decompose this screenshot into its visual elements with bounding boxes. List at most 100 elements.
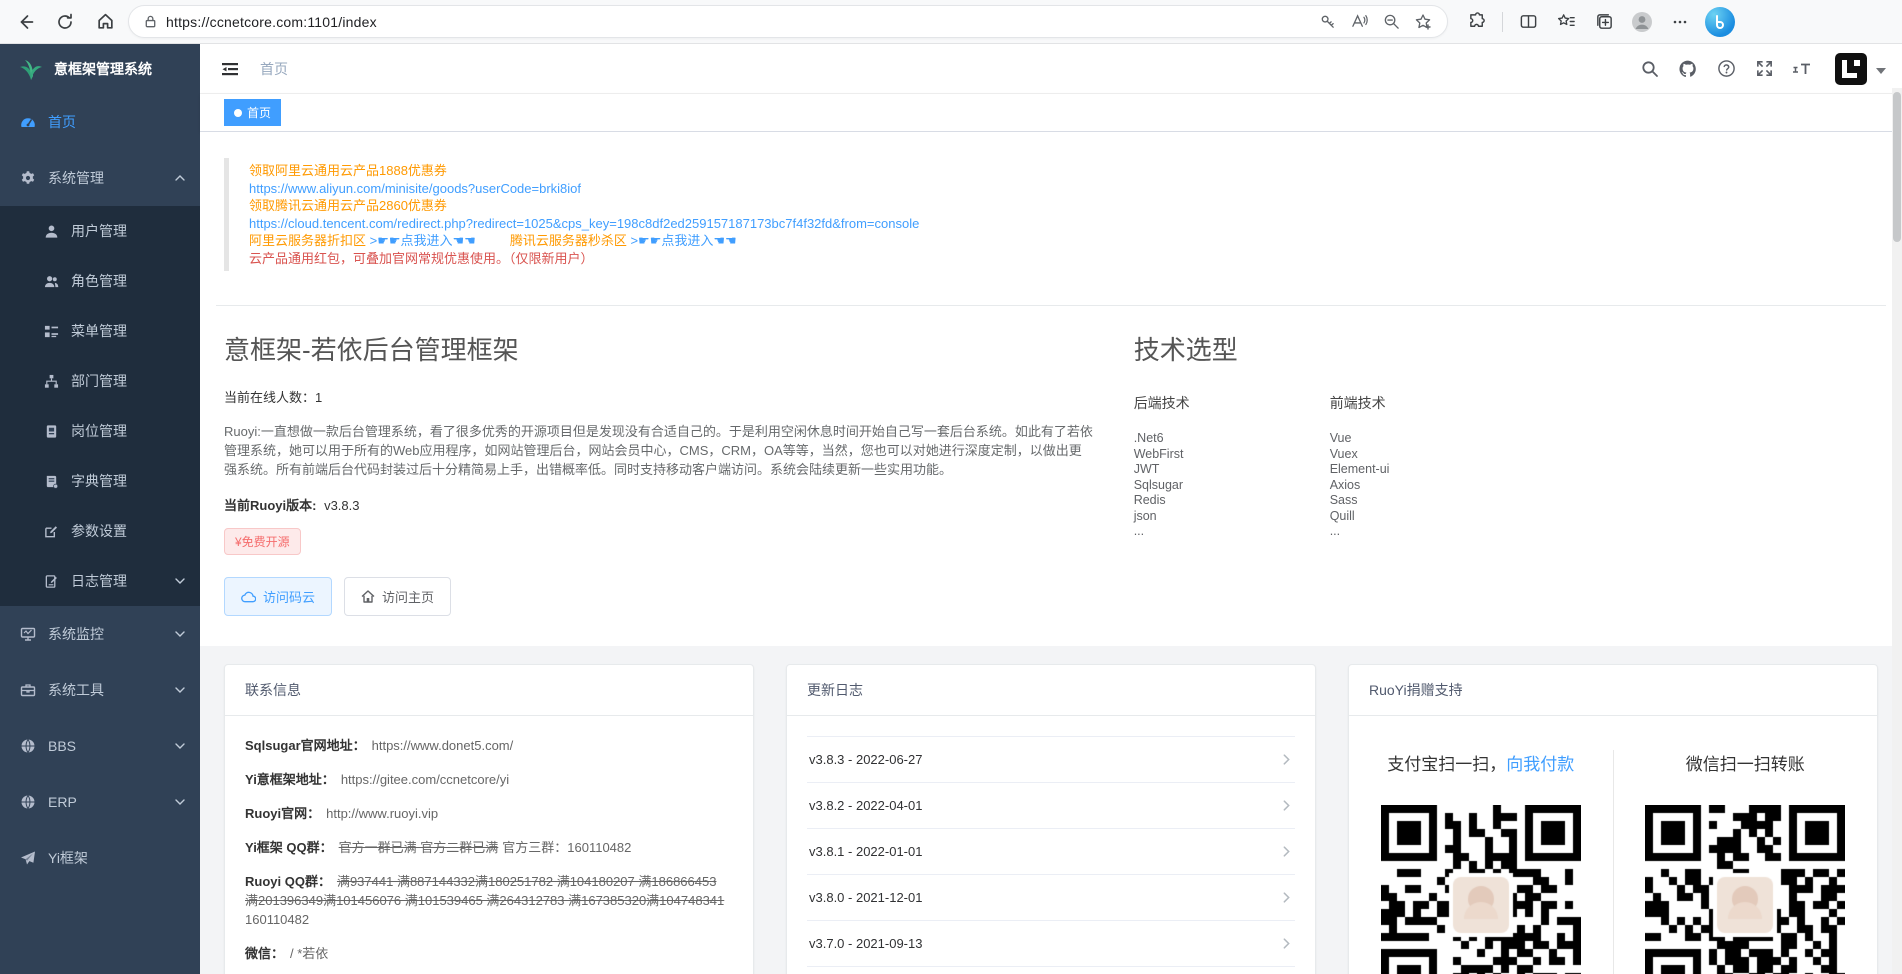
password-key-icon[interactable] bbox=[1313, 8, 1341, 36]
sidebar-item-erp[interactable]: ERP bbox=[0, 774, 200, 830]
tech-item: JWT bbox=[1134, 462, 1330, 478]
sidebar-item-label: Yi框架 bbox=[48, 848, 88, 868]
sidebar-item-home[interactable]: 首页 bbox=[0, 94, 200, 150]
sidebar-item-system[interactable]: 系统管理 bbox=[0, 150, 200, 206]
sidebar-item-parameters[interactable]: 参数设置 bbox=[0, 506, 200, 556]
page-scrollbar[interactable] bbox=[1892, 88, 1902, 974]
back-icon[interactable] bbox=[8, 5, 42, 39]
caret-down-icon bbox=[1876, 68, 1886, 74]
profile-avatar[interactable] bbox=[1625, 5, 1659, 39]
chevron-down-icon bbox=[174, 684, 186, 696]
search-icon[interactable] bbox=[1636, 55, 1664, 83]
font-size-icon[interactable] bbox=[1788, 55, 1816, 83]
contact-row: Yi框架 QQ群：官方一群已满 官方二群已满官方三群：160110482 bbox=[245, 838, 733, 857]
home-icon[interactable] bbox=[88, 5, 122, 39]
lock-icon[interactable] bbox=[143, 14, 158, 29]
changelog-item[interactable]: v3.8.2 - 2022-04-01 bbox=[807, 783, 1295, 829]
tags-view-bar: 首页 bbox=[200, 94, 1902, 132]
zoom-out-icon[interactable] bbox=[1377, 8, 1405, 36]
extensions-icon[interactable] bbox=[1460, 5, 1494, 39]
tech-item: ... bbox=[1330, 524, 1526, 540]
copilot-icon[interactable] bbox=[1705, 7, 1735, 37]
sidebar-item-menus[interactable]: 菜单管理 bbox=[0, 306, 200, 356]
alipay-pay-link[interactable]: 向我付款 bbox=[1506, 755, 1574, 774]
user-avatar bbox=[1834, 52, 1868, 86]
changelog-item[interactable]: v3.8.1 - 2022-01-01 bbox=[807, 829, 1295, 875]
system-submenu: 用户管理 角色管理 菜单管理 部门管理 bbox=[0, 206, 200, 606]
promo-line-tencent: 领取腾讯云通用云产品2860优惠券 bbox=[249, 197, 1858, 215]
github-icon[interactable] bbox=[1674, 55, 1702, 83]
sidebar-toggle-icon[interactable] bbox=[216, 55, 244, 83]
tech-item: .Net6 bbox=[1134, 431, 1330, 447]
paper-plane-icon bbox=[20, 850, 36, 866]
promo-line-aliyun: 领取阿里云通用云产品1888优惠券 bbox=[249, 162, 1858, 180]
split-screen-icon[interactable] bbox=[1511, 5, 1545, 39]
url-text[interactable]: https://ccnetcore.com:1101/index bbox=[166, 14, 1305, 30]
changelog-item[interactable]: v3.8.0 - 2021-12-01 bbox=[807, 875, 1295, 921]
visit-homepage-button[interactable]: 访问主页 bbox=[344, 577, 451, 616]
online-label: 当前在线人数： bbox=[224, 390, 315, 405]
favorites-icon[interactable] bbox=[1549, 5, 1583, 39]
sidebar-item-label: ERP bbox=[48, 794, 77, 810]
tech-item: ... bbox=[1134, 524, 1330, 540]
wechat-text: 微信扫一扫转账 bbox=[1686, 755, 1805, 774]
changelog-item[interactable]: v3.7.0 - 2021-09-13 bbox=[807, 921, 1295, 967]
address-bar[interactable]: https://ccnetcore.com:1101/index bbox=[128, 5, 1448, 38]
org-chart-icon bbox=[44, 374, 59, 389]
sidebar-logo[interactable]: 意框架管理系统 bbox=[0, 44, 200, 94]
contact-label: Yi意框架地址： bbox=[245, 772, 335, 787]
scrollbar-thumb[interactable] bbox=[1893, 92, 1901, 242]
contact-card-title: 联系信息 bbox=[225, 665, 753, 716]
wechat-qr-code bbox=[1645, 805, 1845, 974]
tech-item: Vue bbox=[1330, 431, 1526, 447]
home-small-icon bbox=[361, 590, 375, 603]
backend-label: 后端技术 bbox=[1134, 393, 1330, 413]
tencent-zone-link[interactable]: >☛☛点我进入☚☚ bbox=[630, 233, 736, 248]
more-menu-icon[interactable] bbox=[1663, 5, 1697, 39]
cloud-icon bbox=[241, 591, 256, 603]
favorite-add-icon[interactable] bbox=[1409, 8, 1437, 36]
changelog-item-label: v3.8.1 - 2022-01-01 bbox=[809, 844, 922, 859]
contact-row: Ruoyi QQ群：满937441 满887144332满180251782 满… bbox=[245, 872, 733, 929]
sidebar-item-posts[interactable]: 岗位管理 bbox=[0, 406, 200, 456]
tech-item: WebFirst bbox=[1134, 447, 1330, 463]
sidebar: 意框架管理系统 首页 系统管理 用户管理 bbox=[0, 44, 200, 974]
promo-link-tencent[interactable]: https://cloud.tencent.com/redirect.php?r… bbox=[249, 215, 1858, 233]
ali-zone-link[interactable]: >☛☛点我进入☚☚ bbox=[370, 233, 476, 248]
changelog-item-label: v3.8.2 - 2022-04-01 bbox=[809, 798, 922, 813]
changelog-item-label: v3.8.0 - 2021-12-01 bbox=[809, 890, 922, 905]
tech-item: Axios bbox=[1330, 478, 1526, 494]
read-aloud-icon[interactable] bbox=[1345, 8, 1373, 36]
sidebar-item-label: 系统监控 bbox=[48, 624, 104, 644]
collections-icon[interactable] bbox=[1587, 5, 1621, 39]
sidebar-item-yi[interactable]: Yi框架 bbox=[0, 830, 200, 886]
changelog-item[interactable]: v3.8.3 - 2022-06-27 bbox=[807, 737, 1295, 783]
toolbar-divider bbox=[1502, 12, 1503, 32]
monitor-icon bbox=[20, 626, 36, 642]
fullscreen-icon[interactable] bbox=[1750, 55, 1778, 83]
visit-gitee-button[interactable]: 访问码云 bbox=[224, 577, 332, 616]
sidebar-item-label: 用户管理 bbox=[71, 221, 127, 241]
wechat-panel: 微信扫一扫转账 bbox=[1614, 750, 1878, 974]
sidebar-item-monitor[interactable]: 系统监控 bbox=[0, 606, 200, 662]
sidebar-item-logs[interactable]: 日志管理 bbox=[0, 556, 200, 606]
refresh-icon[interactable] bbox=[48, 5, 82, 39]
sidebar-item-tools[interactable]: 系统工具 bbox=[0, 662, 200, 718]
sidebar-item-users[interactable]: 用户管理 bbox=[0, 206, 200, 256]
breadcrumb[interactable]: 首页 bbox=[260, 59, 288, 79]
edit-icon bbox=[44, 524, 59, 539]
promo-zones: 阿里云服务器折扣区 >☛☛点我进入☚☚腾讯云服务器秒杀区 >☛☛点我进入☚☚ bbox=[249, 232, 1858, 250]
sidebar-item-roles[interactable]: 角色管理 bbox=[0, 256, 200, 306]
changelog-item-label: v3.8.3 - 2022-06-27 bbox=[809, 752, 922, 767]
sidebar-item-dictionary[interactable]: 字典管理 bbox=[0, 456, 200, 506]
sidebar-item-departments[interactable]: 部门管理 bbox=[0, 356, 200, 406]
user-avatar-menu[interactable] bbox=[1834, 52, 1886, 86]
sidebar-item-bbs[interactable]: BBS bbox=[0, 718, 200, 774]
tab-home[interactable]: 首页 bbox=[224, 99, 281, 126]
question-icon[interactable] bbox=[1712, 55, 1740, 83]
alipay-panel: 支付宝扫一扫，向我付款 bbox=[1349, 750, 1614, 974]
promo-link-aliyun[interactable]: https://www.aliyun.com/minisite/goods?us… bbox=[249, 180, 1858, 198]
promo-warning: 云产品通用红包，可叠加官网常规优惠使用。（仅限新用户） bbox=[249, 250, 1858, 268]
contact-value: 官方三群：160110482 bbox=[502, 840, 631, 855]
active-dot bbox=[234, 109, 242, 117]
